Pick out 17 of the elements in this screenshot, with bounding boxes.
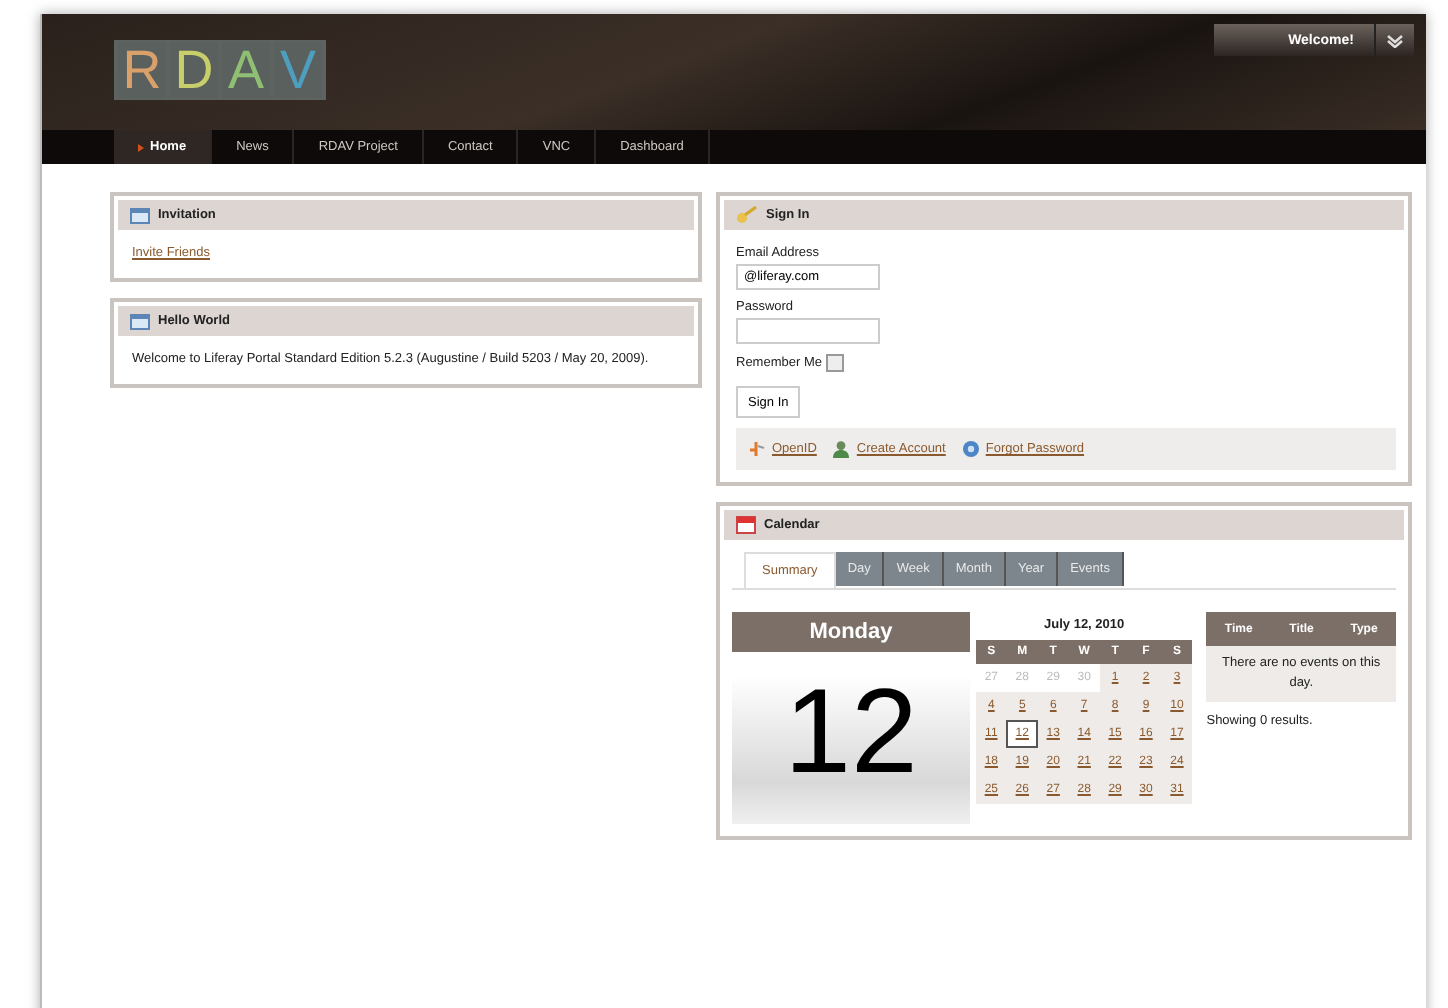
password-field[interactable] xyxy=(736,318,880,344)
user-icon xyxy=(832,440,851,458)
help-icon xyxy=(961,440,980,458)
key-icon xyxy=(736,206,758,224)
arrow-icon xyxy=(138,143,144,151)
logo-letter: R xyxy=(118,42,166,98)
weekday-title: Monday xyxy=(732,612,970,652)
logo-letter: A xyxy=(222,42,270,98)
dropdown-button[interactable] xyxy=(1374,24,1414,56)
checkbox[interactable] xyxy=(825,354,844,372)
day-number: 12 xyxy=(782,662,920,802)
logo-letter: V xyxy=(274,42,322,98)
calendar-icon xyxy=(736,516,756,534)
window-icon xyxy=(130,207,150,223)
chevron-down-icon xyxy=(1386,33,1404,47)
window-icon xyxy=(130,313,150,329)
logo-letter: D xyxy=(170,42,218,98)
